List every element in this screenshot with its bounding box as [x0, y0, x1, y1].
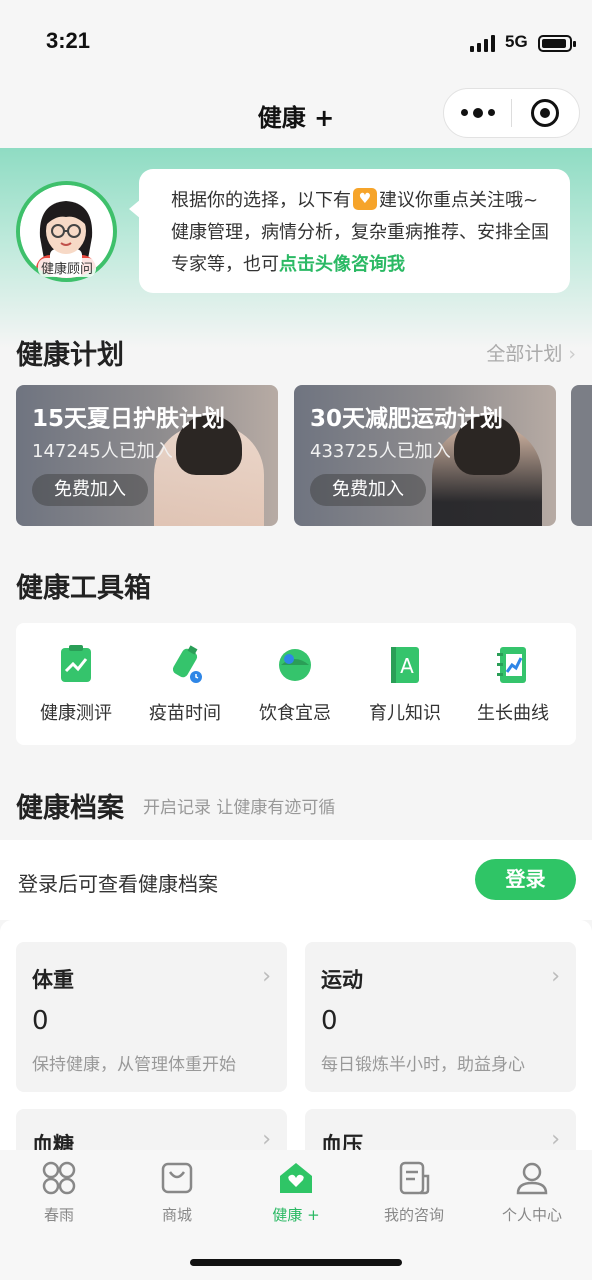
food-bowl-icon: [277, 645, 313, 685]
status-bar: 3:21 5G: [0, 0, 592, 88]
advisor-avatar-label: 健康顾问: [38, 258, 97, 277]
tab-chunyu[interactable]: 春雨: [0, 1160, 118, 1225]
chevron-right-icon: ›: [551, 964, 560, 989]
tool-label: 育儿知识: [369, 703, 441, 724]
tool-label: 疫苗时间: [149, 703, 221, 724]
tool-vaccine-time[interactable]: 疫苗时间: [130, 645, 240, 725]
advisor-message-part1: 根据你的选择，以下有: [171, 190, 351, 211]
record-title: 体重: [32, 968, 74, 992]
tool-label: 健康测评: [40, 703, 112, 724]
alphabet-book-icon: A: [387, 645, 423, 685]
plan-join-count: 433725人已加入: [310, 441, 451, 462]
plan-card-next-peek[interactable]: [571, 385, 592, 526]
tool-diet-guide[interactable]: 饮食宜忌: [240, 645, 350, 725]
plan-join-button[interactable]: 免费加入: [310, 474, 426, 506]
toolbox-panel: 健康测评 疫苗时间 饮食宜忌 A 育儿知识 生长曲线: [16, 623, 576, 745]
close-mini-program-button[interactable]: [512, 99, 579, 127]
target-icon: [531, 99, 560, 127]
tab-label: 商城: [161, 1206, 192, 1224]
status-time: 3:21: [46, 28, 91, 53]
chevron-right-icon: ›: [262, 964, 271, 989]
tab-my-consultations[interactable]: 我的咨询: [355, 1160, 473, 1225]
tool-label: 饮食宜忌: [259, 703, 331, 724]
login-prompt-text: 登录后可查看健康档案: [18, 872, 218, 896]
plan-title: 30天减肥运动计划: [310, 406, 504, 432]
tab-label: 春雨: [43, 1206, 74, 1224]
title-bar: 健康 +: [0, 88, 592, 148]
tab-label: 我的咨询: [383, 1206, 444, 1224]
tool-health-assessment[interactable]: 健康测评: [21, 645, 131, 725]
all-plans-link[interactable]: 全部计划 ›: [486, 339, 576, 366]
home-indicator[interactable]: [190, 1259, 402, 1266]
network-type: 5G: [505, 32, 528, 51]
clover-icon: [41, 1160, 77, 1196]
chevron-right-icon: ›: [262, 1127, 271, 1152]
advisor-message-bubble: 根据你的选择，以下有建议你重点关注哦~ 健康管理，病情分析，复杂重病推荐、安排全…: [129, 169, 570, 293]
all-plans-label: 全部计划: [486, 343, 563, 365]
home-heart-icon: [278, 1160, 314, 1196]
login-tooltip-pointer: [100, 908, 120, 920]
tab-mall[interactable]: 商城: [118, 1160, 236, 1225]
tab-label: 个人中心: [501, 1206, 562, 1224]
record-value: 0: [321, 1006, 338, 1036]
plan-title: 15天夏日护肤计划: [32, 406, 226, 432]
record-title: 运动: [321, 968, 363, 992]
plans-section-title: 健康计划: [16, 340, 124, 371]
record-description: 保持健康，从管理体重开始: [32, 1055, 236, 1075]
document-icon: [396, 1160, 432, 1196]
plan-card[interactable]: 30天减肥运动计划 433725人已加入 免费加入: [294, 385, 556, 526]
more-options-icon[interactable]: [444, 107, 511, 118]
shopping-bag-icon: [159, 1160, 195, 1196]
person-icon: [514, 1160, 550, 1196]
battery-icon: [538, 35, 576, 52]
consult-advisor-link[interactable]: 点击头像咨询我: [279, 254, 405, 275]
tab-health-plus[interactable]: 健康 +: [237, 1160, 355, 1225]
records-section-title: 健康档案: [16, 793, 124, 824]
tab-personal-center[interactable]: 个人中心: [473, 1160, 591, 1225]
chevron-right-icon: ›: [551, 1127, 560, 1152]
record-card-exercise[interactable]: 运动 › 0 每日锻炼半小时，助益身心: [305, 942, 576, 1092]
mini-program-capsule: [443, 88, 580, 138]
tool-growth-curve[interactable]: 生长曲线: [458, 645, 568, 725]
record-value: 0: [32, 1006, 49, 1036]
record-description: 每日锻炼半小时，助益身心: [321, 1055, 525, 1075]
records-section-subtitle: 开启记录 让健康有迹可循: [143, 798, 336, 818]
plan-card[interactable]: 15天夏日护肤计划 147245人已加入 免费加入: [16, 385, 278, 526]
clipboard-chart-icon: [58, 645, 94, 685]
vaccine-icon: [167, 645, 203, 685]
tool-parenting-knowledge[interactable]: A 育儿知识: [350, 645, 460, 725]
plan-join-button[interactable]: 免费加入: [32, 474, 148, 506]
signal-icon: [470, 34, 495, 52]
login-button[interactable]: 登录: [475, 859, 576, 900]
plan-join-count: 147245人已加入: [32, 441, 173, 462]
chevron-right-icon: ›: [568, 343, 576, 365]
record-card-weight[interactable]: 体重 › 0 保持健康，从管理体重开始: [16, 942, 287, 1092]
toolbox-section-title: 健康工具箱: [16, 573, 151, 604]
tab-label: 健康 +: [272, 1206, 320, 1224]
login-prompt-bar: 登录后可查看健康档案 登录: [0, 840, 592, 920]
svg-text:A: A: [400, 654, 414, 678]
heart-badge-icon: [353, 183, 377, 215]
tool-label: 生长曲线: [477, 703, 549, 724]
growth-chart-icon: [495, 645, 531, 685]
